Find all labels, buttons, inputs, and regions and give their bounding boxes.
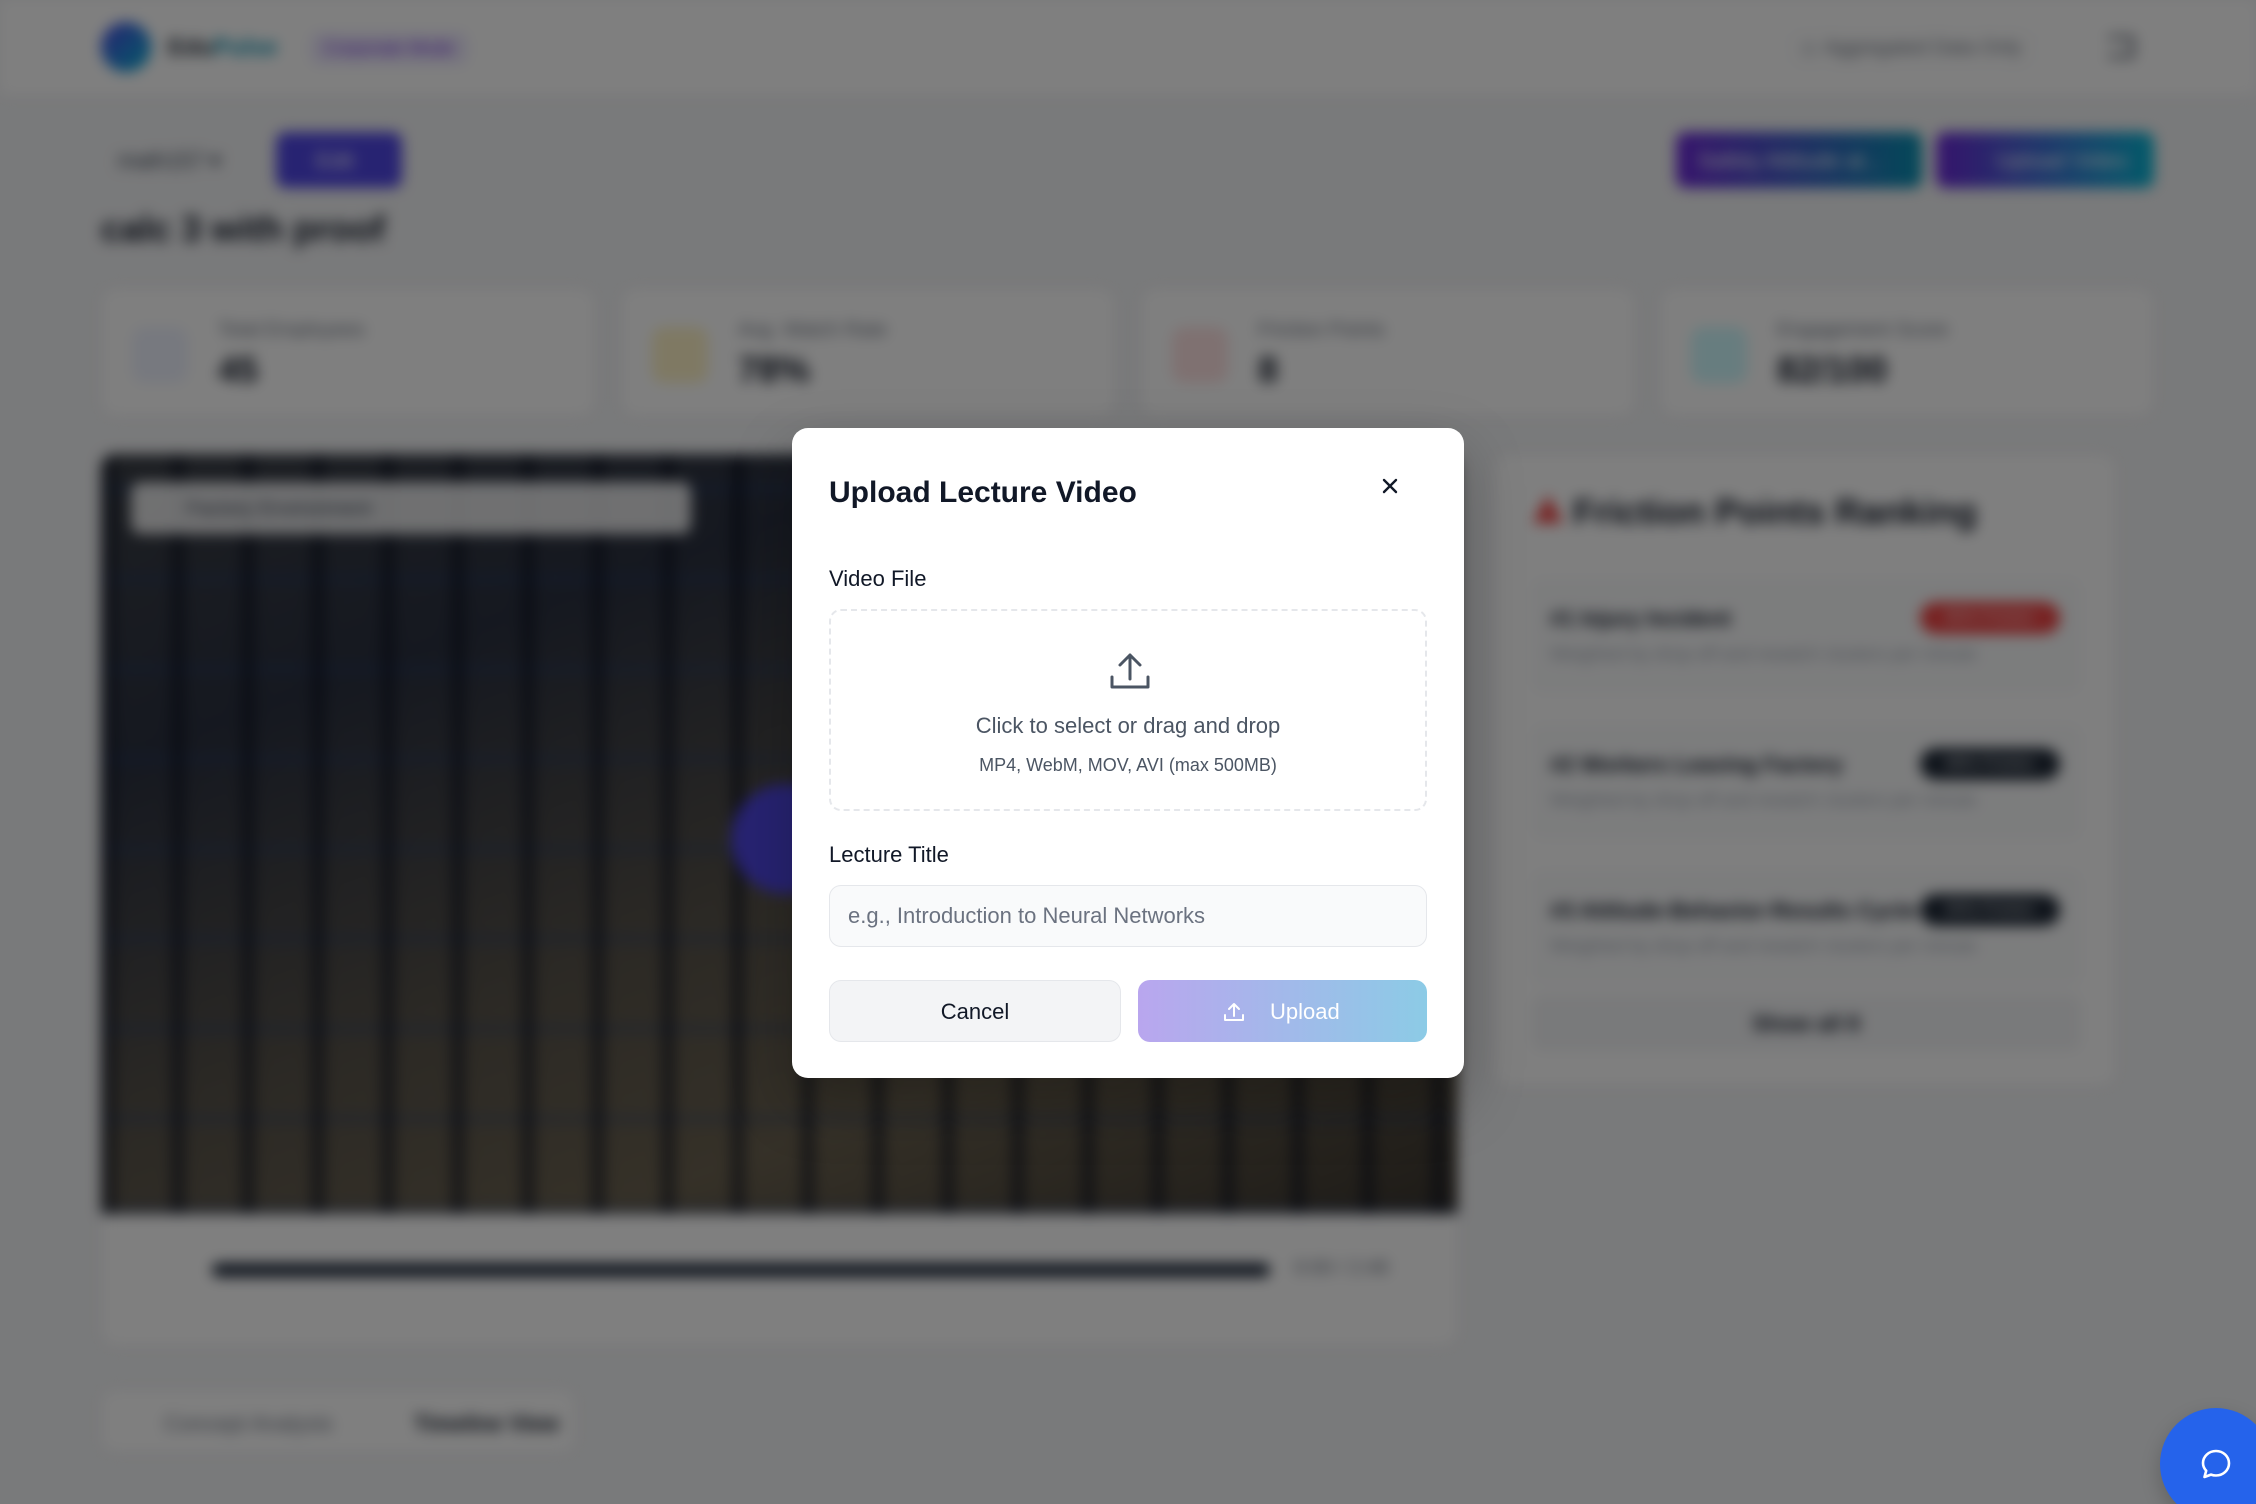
- dropzone-formats: MP4, WebM, MOV, AVI (max 500MB): [979, 755, 1277, 775]
- lecture-title-input[interactable]: [829, 885, 1427, 947]
- video-file-label: Video File: [829, 566, 927, 591]
- lecture-title-label: Lecture Title: [829, 842, 949, 867]
- upload-icon: [1110, 653, 1150, 689]
- cancel-button[interactable]: Cancel: [829, 980, 1121, 1042]
- upload-icon: [1224, 1003, 1244, 1021]
- upload-button[interactable]: Upload: [1138, 980, 1427, 1042]
- close-icon: [1382, 478, 1398, 494]
- close-button[interactable]: [1372, 468, 1408, 504]
- chat-bubble-icon: [2201, 1449, 2231, 1479]
- upload-lecture-dialog: Upload Lecture Video Video File Click to…: [792, 428, 1464, 1078]
- dialog-title: Upload Lecture Video: [829, 476, 1137, 509]
- dropzone-instruction: Click to select or drag and drop: [975, 713, 1281, 738]
- upload-button-label: Upload: [1270, 999, 1340, 1024]
- chat-button[interactable]: [2160, 1408, 2256, 1504]
- video-dropzone[interactable]: Click to select or drag and drop MP4, We…: [829, 609, 1427, 811]
